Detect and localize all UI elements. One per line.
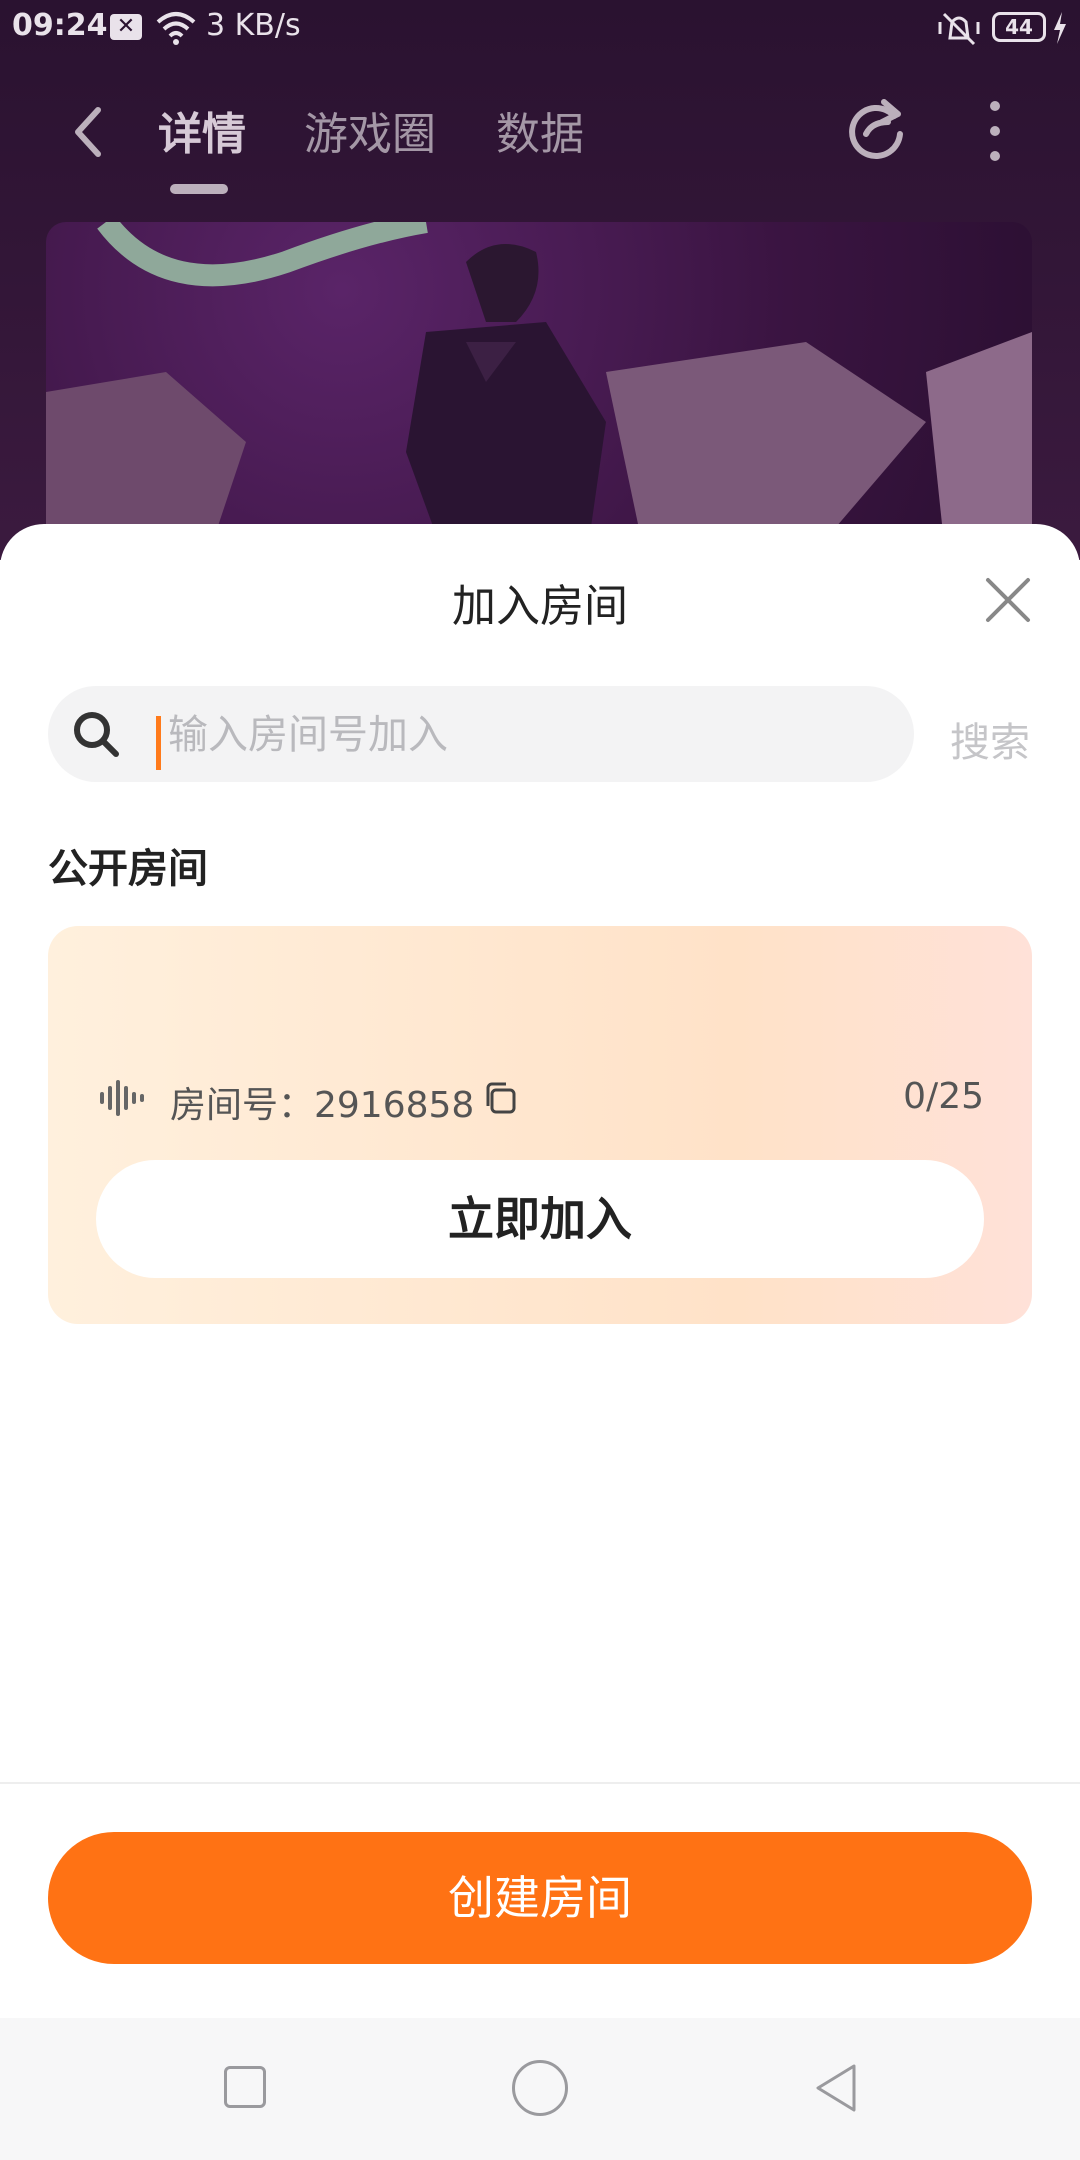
voice-wave-icon bbox=[100, 1080, 144, 1116]
status-bar: 09:24 ✕ 3 KB/s 44 bbox=[0, 0, 1080, 56]
system-nav-bar bbox=[0, 2018, 1080, 2160]
notification-close-icon: ✕ bbox=[110, 14, 142, 40]
refresh-icon[interactable] bbox=[842, 94, 910, 162]
game-banner-image bbox=[46, 222, 1032, 562]
back-icon[interactable] bbox=[64, 102, 114, 162]
tab-details[interactable]: 详情 bbox=[158, 98, 246, 162]
back-nav-icon[interactable] bbox=[808, 2060, 864, 2116]
join-now-button[interactable]: 立即加入 bbox=[96, 1160, 984, 1278]
text-cursor bbox=[156, 716, 161, 770]
public-rooms-title: 公开房间 bbox=[48, 846, 208, 892]
recent-apps-icon[interactable] bbox=[224, 2066, 266, 2108]
more-icon[interactable] bbox=[980, 96, 1010, 166]
home-icon[interactable] bbox=[512, 2060, 568, 2116]
tab-data[interactable]: 数据 bbox=[496, 98, 584, 162]
search-icon bbox=[74, 712, 119, 757]
room-id-label: 房间号：2916858 bbox=[170, 1085, 475, 1126]
status-time: 09:24 bbox=[12, 8, 108, 43]
join-room-sheet: 加入房间 搜索 公开房间 房间号：2916858 0/25 立即加入 创建 bbox=[0, 524, 1080, 2020]
sheet-title: 加入房间 bbox=[452, 581, 628, 632]
battery-icon: 44 bbox=[992, 12, 1046, 42]
room-occupancy: 0/25 bbox=[903, 1076, 984, 1117]
network-speed: 3 KB/s bbox=[206, 8, 301, 43]
charging-icon bbox=[1054, 12, 1066, 44]
copy-icon[interactable] bbox=[482, 1080, 518, 1116]
create-room-button[interactable]: 创建房间 bbox=[48, 1832, 1032, 1964]
banner-illustration bbox=[46, 222, 1032, 562]
top-nav: 详情 游戏圈 数据 bbox=[0, 84, 1080, 194]
room-number-input[interactable] bbox=[166, 704, 890, 766]
search-bar bbox=[48, 686, 914, 782]
close-icon[interactable] bbox=[982, 574, 1034, 626]
search-button[interactable]: 搜索 bbox=[950, 710, 1030, 768]
room-card: 房间号：2916858 0/25 立即加入 bbox=[48, 926, 1032, 1324]
active-tab-indicator bbox=[170, 184, 228, 194]
tab-game-circle[interactable]: 游戏圈 bbox=[304, 98, 436, 162]
vibrate-icon bbox=[938, 12, 980, 46]
footer-divider bbox=[0, 1782, 1080, 1784]
wifi-icon bbox=[156, 12, 196, 45]
